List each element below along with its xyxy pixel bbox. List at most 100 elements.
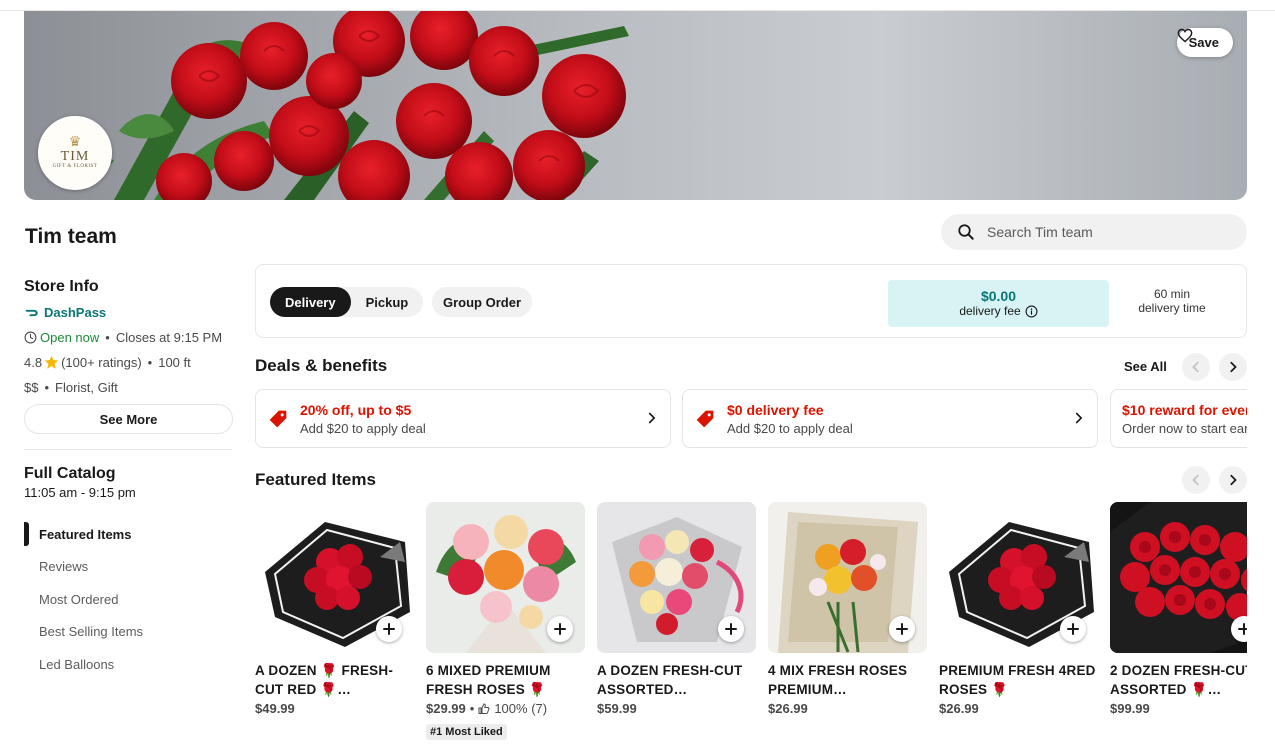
plus-icon xyxy=(725,623,737,635)
most-liked-badge: #1 Most Liked xyxy=(426,724,507,740)
catalog-nav-led-balloons[interactable]: Led Balloons xyxy=(24,648,234,681)
catalog-nav-most-ordered[interactable]: Most Ordered xyxy=(24,583,234,616)
tag-icon xyxy=(696,410,714,427)
logo-name: TIM xyxy=(60,148,90,164)
deals-heading: Deals & benefits xyxy=(255,356,388,375)
featured-items-carousel: A DOZEN 🌹 FRESH-CUT RED 🌹… $49.99 6 Mixe… xyxy=(255,502,1247,754)
catalog-nav-featured-items[interactable]: Featured Items xyxy=(24,518,234,551)
add-to-cart-button[interactable] xyxy=(547,616,573,642)
featured-prev-button[interactable] xyxy=(1182,466,1210,494)
featured-items-heading: Featured Items xyxy=(255,470,376,489)
dashpass-badge[interactable]: DashPass xyxy=(24,305,234,320)
group-order-button[interactable]: Group Order xyxy=(432,287,533,317)
chevron-right-icon xyxy=(1230,361,1237,373)
item-name: PREMIUM FRESH 4RED ROSES 🌹 xyxy=(939,663,1096,697)
separator-dot: • xyxy=(44,379,50,395)
add-to-cart-button[interactable] xyxy=(1060,616,1086,642)
plus-icon xyxy=(896,623,908,635)
featured-next-button[interactable] xyxy=(1219,466,1247,494)
thumbs-up-icon xyxy=(478,702,490,714)
open-status: Open now xyxy=(40,329,100,345)
add-to-cart-button[interactable] xyxy=(718,616,744,642)
price-level: $$ xyxy=(24,379,39,395)
menu-item-card[interactable]: A DOZEN FRESH-CUT ASSORTED… $59.99 xyxy=(597,502,756,716)
bouquet-image xyxy=(1110,502,1247,653)
add-to-cart-button[interactable] xyxy=(376,616,402,642)
chevron-right-icon xyxy=(1230,474,1237,486)
deals-prev-button[interactable] xyxy=(1182,353,1210,381)
ratings-count[interactable]: (100+ ratings) xyxy=(61,355,142,370)
item-image xyxy=(939,502,1098,653)
catalog-nav-reviews[interactable]: Reviews xyxy=(24,551,234,584)
save-button[interactable]: Save xyxy=(1176,28,1233,57)
logo-subtitle: GIFT & FLORIST xyxy=(52,163,98,169)
store-info-heading: Store Info xyxy=(24,278,99,295)
dashpass-icon xyxy=(25,309,38,316)
chevron-right-icon xyxy=(1075,412,1083,424)
search-input[interactable] xyxy=(987,224,1227,240)
heart-icon xyxy=(1177,28,1193,43)
add-to-cart-button[interactable] xyxy=(889,616,915,642)
save-label: Save xyxy=(1188,35,1219,50)
dashpass-label: DashPass xyxy=(44,305,107,320)
closing-time: Closes at 9:15 PM xyxy=(115,329,223,345)
rating-value: 4.8 xyxy=(24,354,43,370)
item-image xyxy=(255,502,414,653)
chevron-left-icon xyxy=(1192,474,1199,486)
deal-subtitle: Order now to start earning xyxy=(1122,420,1247,436)
item-name: 4 MIX FRESH ROSES PREMIUM… xyxy=(768,663,908,697)
delivery-time: 60 min delivery time xyxy=(1112,287,1232,315)
chevron-right-icon xyxy=(648,412,656,424)
delivery-option[interactable]: Delivery xyxy=(270,287,351,317)
deals-next-button[interactable] xyxy=(1219,353,1247,381)
chevron-left-icon xyxy=(1192,361,1199,373)
deal-card[interactable]: $10 reward for every Order now to start … xyxy=(1110,389,1247,448)
tag-icon xyxy=(269,410,287,427)
search-bar[interactable] xyxy=(941,214,1247,250)
menu-item-card[interactable]: PREMIUM FRESH 4RED ROSES 🌹 $26.99 xyxy=(939,502,1098,716)
delivery-time-value: 60 min xyxy=(1153,287,1191,301)
pickup-option[interactable]: Pickup xyxy=(351,287,424,317)
delivery-fee-label: delivery fee xyxy=(959,304,1021,318)
plus-icon xyxy=(554,623,566,635)
see-more-button[interactable]: See More xyxy=(24,404,233,434)
info-icon[interactable] xyxy=(1025,305,1038,318)
clock-icon xyxy=(24,331,37,343)
deal-card[interactable]: 20% off, up to $5 Add $20 to apply deal xyxy=(255,389,671,448)
menu-item-card[interactable]: A DOZEN 🌹 FRESH-CUT RED 🌹… $49.99 xyxy=(255,502,414,716)
roses-banner-image xyxy=(44,11,629,200)
deal-subtitle: Add $20 to apply deal xyxy=(300,420,426,436)
item-name: 6 Mixed PREMIUM FRESH ROSES 🌹 xyxy=(426,663,551,697)
item-image xyxy=(426,502,585,653)
item-rating: 100% (7) xyxy=(494,701,548,716)
menu-item-card[interactable]: 6 Mixed PREMIUM FRESH ROSES 🌹 $29.99 • 1… xyxy=(426,502,585,740)
item-price: $59.99 xyxy=(597,701,637,716)
separator-dot: • xyxy=(469,701,475,716)
item-image xyxy=(597,502,756,653)
delivery-fee-amount: $0.00 xyxy=(980,288,1017,304)
delivery-fee-box[interactable]: $0.00 delivery fee xyxy=(888,280,1109,327)
item-price: $26.99 xyxy=(768,701,808,716)
menu-item-card[interactable]: 2 DOZEN FRESH-CUT ASSORTED 🌹… $99.99 xyxy=(1110,502,1247,716)
deal-title: $0 delivery fee xyxy=(727,401,824,418)
crown-icon: ♛ xyxy=(68,134,82,150)
delivery-fee-label-row: delivery fee xyxy=(959,304,1038,319)
catalog-nav-best-selling[interactable]: Best Selling Items xyxy=(24,616,234,649)
store-logo: ♛ TIM GIFT & FLORIST xyxy=(38,116,112,190)
item-price: $99.99 xyxy=(1110,701,1150,716)
catalog-hours: 11:05 am - 9:15 pm xyxy=(24,485,136,500)
order-mode-bar: Delivery Pickup Group Order $0.00 delive… xyxy=(255,264,1247,338)
see-all-deals-link[interactable]: See All xyxy=(1124,359,1167,374)
item-name: 2 DOZEN FRESH-CUT ASSORTED 🌹… xyxy=(1110,663,1247,697)
item-image xyxy=(1110,502,1247,653)
top-bar xyxy=(0,0,1275,11)
delivery-time-label: delivery time xyxy=(1138,301,1206,315)
separator-dot: • xyxy=(105,329,110,345)
distance: 100 ft xyxy=(158,354,191,370)
star-icon xyxy=(44,355,59,369)
catalog-heading: Full Catalog xyxy=(24,465,116,482)
menu-item-card[interactable]: 4 MIX FRESH ROSES PREMIUM… $26.99 xyxy=(768,502,927,716)
store-banner: Save xyxy=(24,11,1247,200)
store-name: Tim team xyxy=(25,225,117,248)
deal-card[interactable]: $0 delivery fee Add $20 to apply deal xyxy=(682,389,1098,448)
